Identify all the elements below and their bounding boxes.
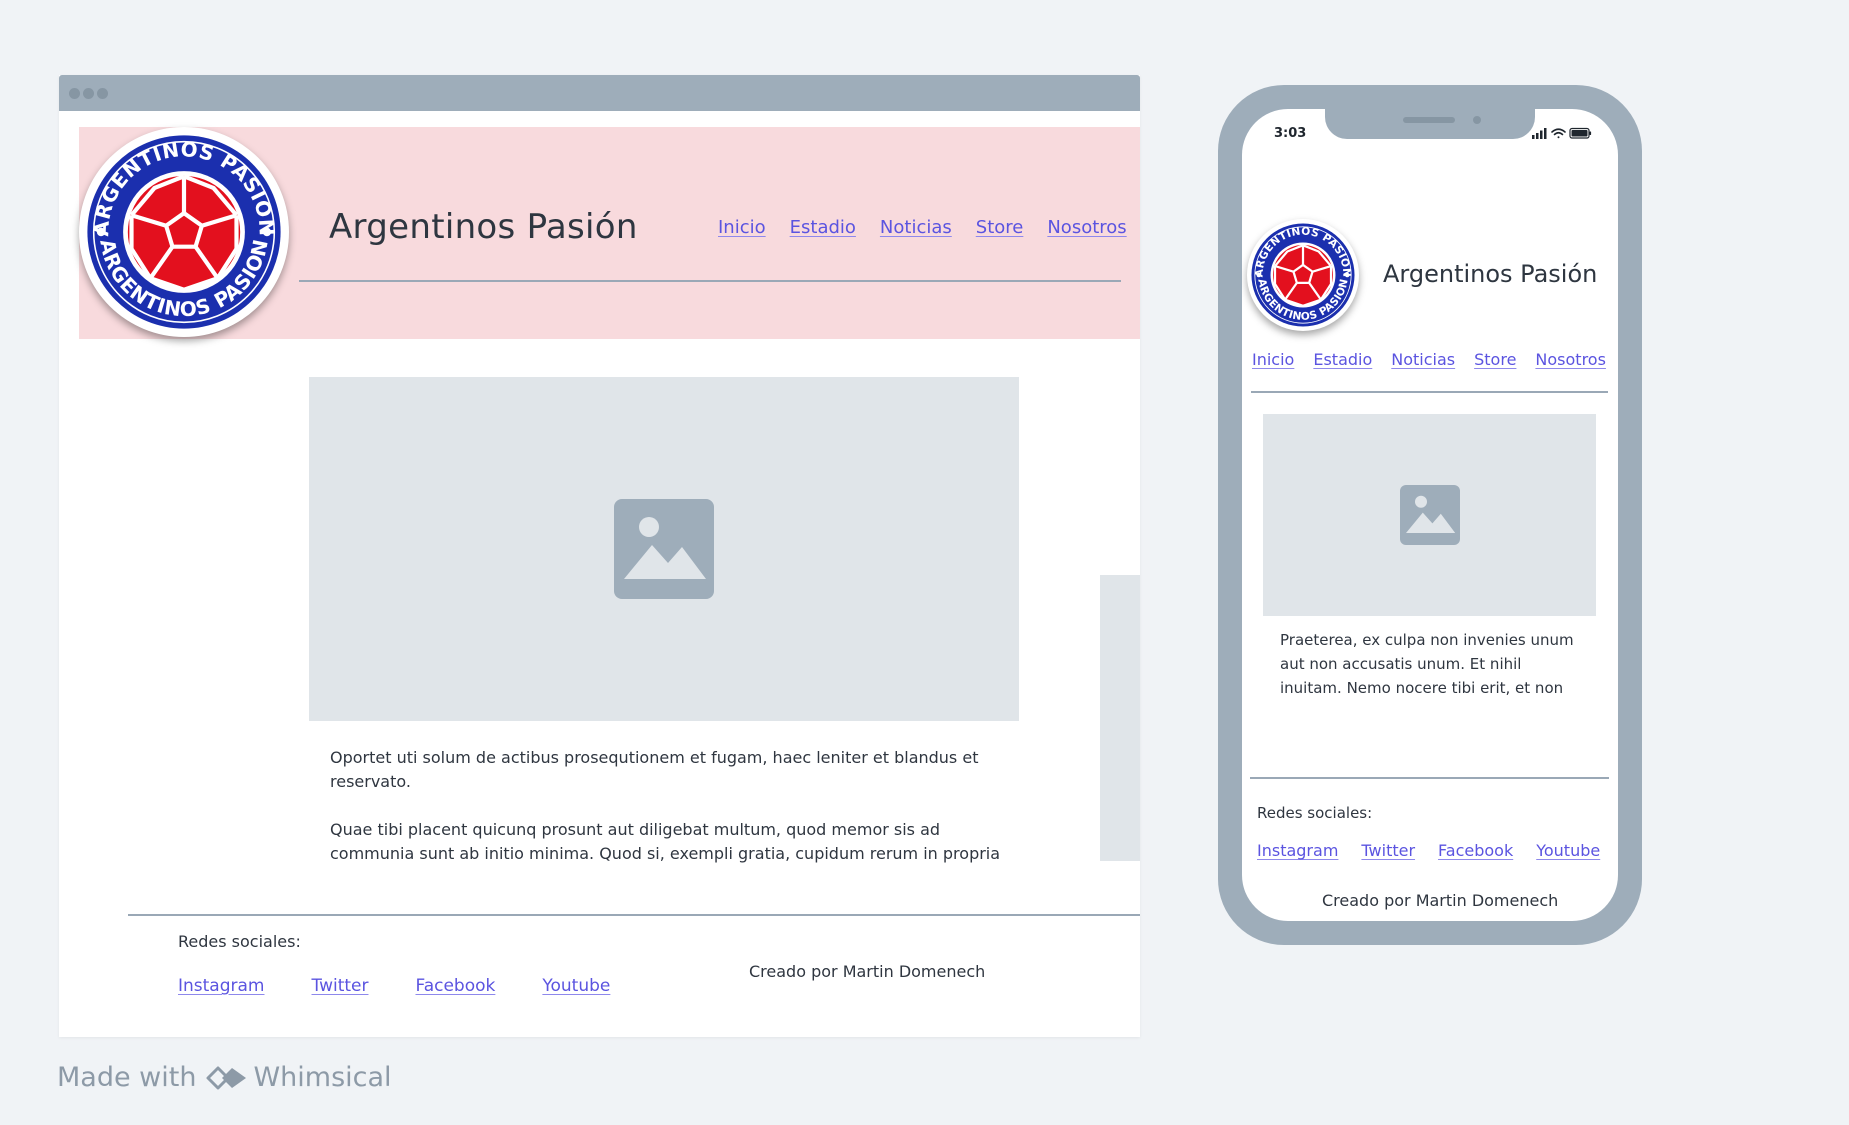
image-icon (1400, 485, 1460, 545)
whimsical-logo-icon (206, 1066, 247, 1089)
site-title: Argentinos Pasión (1383, 260, 1598, 288)
hero-image-placeholder (1263, 414, 1596, 616)
side-panel-placeholder (1100, 575, 1140, 861)
nav-link-store[interactable]: Store (1474, 350, 1516, 369)
whimsical-brand: Whimsical (253, 1062, 392, 1093)
nav-link-store[interactable]: Store (976, 217, 1024, 238)
social-link-facebook[interactable]: Facebook (415, 976, 495, 996)
social-link-twitter[interactable]: Twitter (1361, 841, 1415, 860)
signal-icon (1532, 128, 1547, 139)
social-link-youtube[interactable]: Youtube (542, 976, 610, 996)
site-title: Argentinos Pasión (329, 207, 638, 247)
article-paragraph: Praeterea, ex culpa non invenies unum au… (1280, 631, 1574, 697)
footer-divider (128, 914, 1140, 916)
main-nav: Inicio Estadio Noticias Store Nosotros (718, 217, 1151, 238)
club-logo[interactable]: ARGENTINOS PASION ARGENTINOS PASION (79, 127, 289, 337)
social-link-youtube[interactable]: Youtube (1536, 841, 1600, 860)
speaker-icon (1403, 117, 1455, 123)
credit-text: Creado por Martin Domenech (749, 962, 986, 981)
camera-icon (1473, 116, 1481, 124)
social-links: Instagram Twitter Facebook Youtube (178, 976, 657, 996)
window-dot (83, 88, 94, 99)
nav-link-estadio[interactable]: Estadio (790, 217, 856, 238)
social-link-instagram[interactable]: Instagram (1257, 841, 1338, 860)
header-divider (1251, 391, 1608, 393)
social-link-instagram[interactable]: Instagram (178, 976, 265, 996)
nav-link-estadio[interactable]: Estadio (1313, 350, 1372, 369)
status-time: 3:03 (1274, 126, 1307, 141)
nav-link-nosotros[interactable]: Nosotros (1047, 217, 1126, 238)
social-link-twitter[interactable]: Twitter (312, 976, 369, 996)
article-text: Oportet uti solum de actibus proseqution… (330, 746, 1010, 866)
mobile-screen: 3:03 RGENTINOS PASION ARGENTINOS PASION … (1242, 109, 1618, 921)
nav-link-inicio[interactable]: Inicio (718, 217, 766, 238)
article-paragraph: Quae tibi placent quicunq prosunt aut di… (330, 820, 1001, 863)
footer-divider (1250, 777, 1609, 779)
hero-image-placeholder (309, 377, 1019, 721)
phone-notch (1325, 109, 1535, 139)
window-dot (97, 88, 108, 99)
main-nav: Inicio Estadio Noticias Store Nosotros (1252, 350, 1618, 369)
wifi-icon (1551, 128, 1566, 139)
status-icons (1532, 127, 1592, 139)
social-label: Redes sociales: (178, 932, 301, 951)
social-label: Redes sociales: (1257, 804, 1373, 822)
header-divider (299, 280, 1121, 282)
nav-link-noticias[interactable]: Noticias (880, 217, 952, 238)
made-with-label: Made with (57, 1062, 197, 1093)
club-logo[interactable]: ARGENTINOS PASION ARGENTINOS PASION (1247, 219, 1359, 331)
social-links: Instagram Twitter Facebook Youtube (1257, 841, 1618, 860)
nav-link-noticias[interactable]: Noticias (1391, 350, 1455, 369)
window-dot (69, 88, 80, 99)
club-logo-emblem: ARGENTINOS PASION ARGENTINOS PASION (82, 130, 286, 334)
desktop-browser-frame: ARGENTINOS PASION ARGENTINOS PASION Arge… (59, 75, 1140, 1037)
nav-link-nosotros[interactable]: Nosotros (1535, 350, 1606, 369)
image-icon (614, 499, 714, 599)
battery-icon (1569, 127, 1592, 139)
nav-link-inicio[interactable]: Inicio (1252, 350, 1294, 369)
credit-text: Creado por Martin Domenech (1322, 891, 1559, 910)
browser-title-bar (59, 75, 1140, 111)
made-with-whimsical[interactable]: Made with Whimsical (57, 1062, 392, 1093)
club-logo-emblem: ARGENTINOS PASION ARGENTINOS PASION (1248, 220, 1358, 330)
mobile-phone-frame: 3:03 RGENTINOS PASION ARGENTINOS PASION … (1218, 85, 1642, 945)
article-paragraph: Oportet uti solum de actibus proseqution… (330, 748, 979, 791)
social-link-facebook[interactable]: Facebook (1438, 841, 1513, 860)
